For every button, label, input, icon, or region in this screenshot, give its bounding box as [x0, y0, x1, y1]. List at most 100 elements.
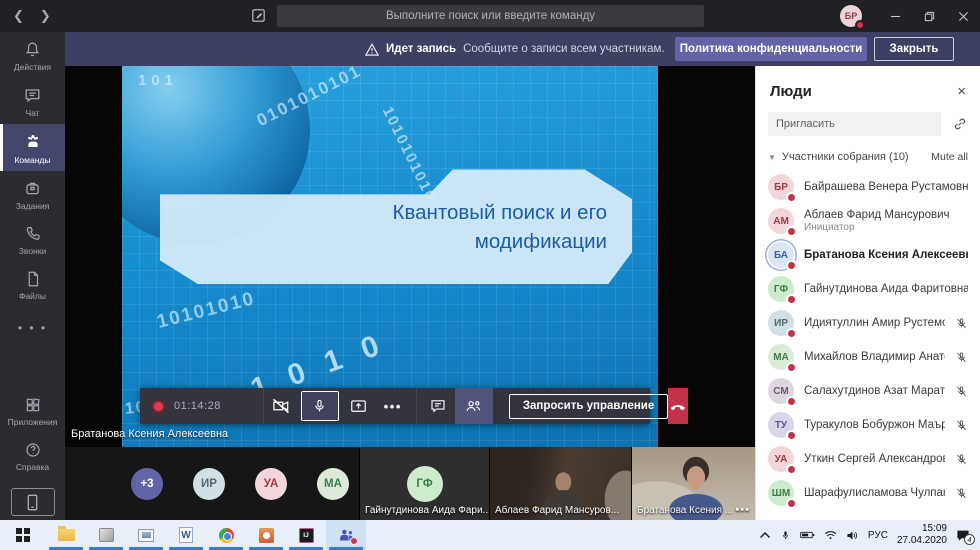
participant-avatar: ИР: [768, 310, 794, 336]
taskbar-app-2[interactable]: [86, 520, 126, 550]
restore-button[interactable]: [912, 0, 946, 32]
hang-up-button[interactable]: [668, 388, 688, 424]
overflow-badge[interactable]: +3: [131, 468, 163, 500]
taskbar-word[interactable]: W: [166, 520, 206, 550]
wifi-icon[interactable]: [824, 530, 837, 540]
taskbar-intellij[interactable]: IJ: [286, 520, 326, 550]
sidebar-item-activity[interactable]: Действия: [0, 32, 65, 78]
mute-all-button[interactable]: Mute all: [931, 151, 968, 163]
participant-row[interactable]: МА Михайлов Владимир Анато...: [756, 340, 980, 374]
sidebar-item-teams[interactable]: Команды: [0, 124, 65, 171]
taskbar-clock[interactable]: 15:09 27.04.2020: [897, 523, 947, 547]
participant-name: Братанова Ксения Алексеевна: [804, 248, 968, 262]
privacy-policy-button[interactable]: Политика конфиденциальности: [675, 37, 867, 61]
chat-toggle-button[interactable]: [421, 388, 455, 424]
rail-bottom: Приложения Справка: [0, 388, 65, 516]
participant-video-tile[interactable]: Братанова Ксения ... •••: [632, 447, 755, 520]
status-busy-dot: [786, 396, 797, 407]
get-mobile-app-button[interactable]: [11, 488, 55, 516]
camera-off-button[interactable]: [264, 388, 298, 424]
status-busy-dot: [786, 192, 797, 203]
participant-initials: МА: [773, 352, 789, 363]
participants-section-header[interactable]: ▼ Участники собрания (10) Mute all: [756, 136, 980, 170]
slide-title-line2: модификации: [393, 227, 608, 256]
invite-input[interactable]: [768, 112, 941, 136]
participant-tile-label: Братанова Ксения ...: [637, 505, 733, 516]
copy-invite-link-icon[interactable]: [952, 116, 968, 132]
history-nav: ❮ ❯: [13, 8, 51, 24]
apps-icon: [24, 396, 42, 414]
tray-chevron-icon[interactable]: [759, 531, 771, 539]
battery-icon[interactable]: [800, 530, 815, 540]
collapsed-participants-tile[interactable]: +3 ИР УА МА: [65, 447, 359, 520]
participant-row[interactable]: ТУ Туракулов Бобуржон Маър...: [756, 408, 980, 442]
participant-tile[interactable]: ГФ Гайнутдинова Аида Фари...: [360, 447, 489, 520]
participant-video-tile[interactable]: Аблаев Фарид Мансуров...: [490, 447, 631, 520]
participant-initials: ШМ: [772, 488, 790, 499]
mic-off-icon[interactable]: [955, 487, 968, 500]
participant-row[interactable]: ИР Идиятуллин Амир Рустемо...: [756, 306, 980, 340]
user-avatar[interactable]: БР: [840, 5, 862, 27]
tray-mic-icon[interactable]: [780, 529, 791, 542]
participant-initials: ТУ: [775, 420, 787, 431]
mic-off-icon[interactable]: [955, 351, 968, 364]
share-screen-button[interactable]: [342, 388, 376, 424]
participant-row[interactable]: УА Уткин Сергей Александров...: [756, 442, 980, 476]
participant-row[interactable]: СМ Салахутдинов Азат Марато...: [756, 374, 980, 408]
taskbar-chrome[interactable]: [206, 520, 246, 550]
participant-chip[interactable]: УА: [255, 468, 287, 500]
participant-chip[interactable]: МА: [317, 468, 349, 500]
forward-icon[interactable]: ❯: [40, 8, 51, 24]
participant-row[interactable]: АМ Аблаев Фарид Мансурович Инициатор: [756, 204, 980, 238]
sidebar-item-assignments[interactable]: Задания: [0, 171, 65, 217]
participant-initials: ГФ: [774, 284, 788, 295]
more-options-button[interactable]: •••: [376, 388, 410, 424]
sidebar-item-files[interactable]: Файлы: [0, 262, 65, 307]
participant-tile-label: Гайнутдинова Аида Фари...: [365, 505, 489, 516]
people-toggle-button[interactable]: [455, 388, 493, 424]
search-input[interactable]: [277, 5, 704, 27]
sidebar-item-help[interactable]: Справка: [0, 433, 65, 478]
start-button[interactable]: [0, 520, 46, 550]
tile-more-options-icon[interactable]: •••: [735, 504, 750, 516]
mic-off-icon[interactable]: [955, 453, 968, 466]
close-window-button[interactable]: [946, 0, 980, 32]
sidebar-item-chat[interactable]: Чат: [0, 78, 65, 124]
sidebar-item-calls[interactable]: Звонки: [0, 217, 65, 262]
participant-chip[interactable]: ИР: [193, 468, 225, 500]
mobile-device-icon: [26, 494, 39, 511]
participant-initials: СМ: [773, 386, 788, 397]
sidebar-more-button[interactable]: • • •: [0, 307, 65, 349]
teams-app-icon: [337, 527, 355, 543]
participant-row[interactable]: ШМ Шарафулисламова Чулпан ...: [756, 476, 980, 510]
mic-button[interactable]: [301, 391, 339, 421]
participant-subtitle: Инициатор: [804, 222, 968, 235]
participant-name: Байрашева Венера Рустамовна: [804, 180, 968, 194]
back-icon[interactable]: ❮: [13, 8, 24, 24]
language-indicator[interactable]: РУС: [868, 530, 888, 541]
taskbar-teams[interactable]: [326, 520, 366, 550]
meeting-stage: 101 0101010101 1010101010 10101010 1 0 1…: [65, 66, 755, 447]
recording-banner-title: Идет запись: [386, 43, 456, 55]
participant-name: Гайнутдинова Аида Фаритовна: [804, 282, 968, 296]
request-control-button[interactable]: Запросить управление: [509, 394, 668, 419]
people-panel-close-button[interactable]: ×: [957, 84, 966, 99]
mic-off-icon[interactable]: [955, 317, 968, 330]
participant-row[interactable]: БА Братанова Ксения Алексеевна: [756, 238, 980, 272]
participant-avatar: ШМ: [768, 480, 794, 506]
compose-icon[interactable]: [250, 7, 267, 24]
minimize-button[interactable]: [878, 0, 912, 32]
participant-name: Михайлов Владимир Анато...: [804, 350, 945, 364]
taskbar-powerpoint[interactable]: [246, 520, 286, 550]
sidebar-item-apps[interactable]: Приложения: [0, 388, 65, 433]
mic-off-icon[interactable]: [955, 419, 968, 432]
participant-row[interactable]: БР Байрашева Венера Рустамовна: [756, 170, 980, 204]
notification-center-button[interactable]: 4: [956, 529, 970, 542]
mic-off-icon[interactable]: [955, 385, 968, 398]
speaker-icon[interactable]: [846, 530, 859, 541]
taskbar-file-explorer[interactable]: [46, 520, 86, 550]
banner-close-button[interactable]: Закрыть: [874, 37, 954, 61]
taskbar-app-3[interactable]: [126, 520, 166, 550]
participant-row[interactable]: ГФ Гайнутдинова Аида Фаритовна: [756, 272, 980, 306]
slide-title-line1: Квантовый поиск и его: [393, 198, 608, 227]
